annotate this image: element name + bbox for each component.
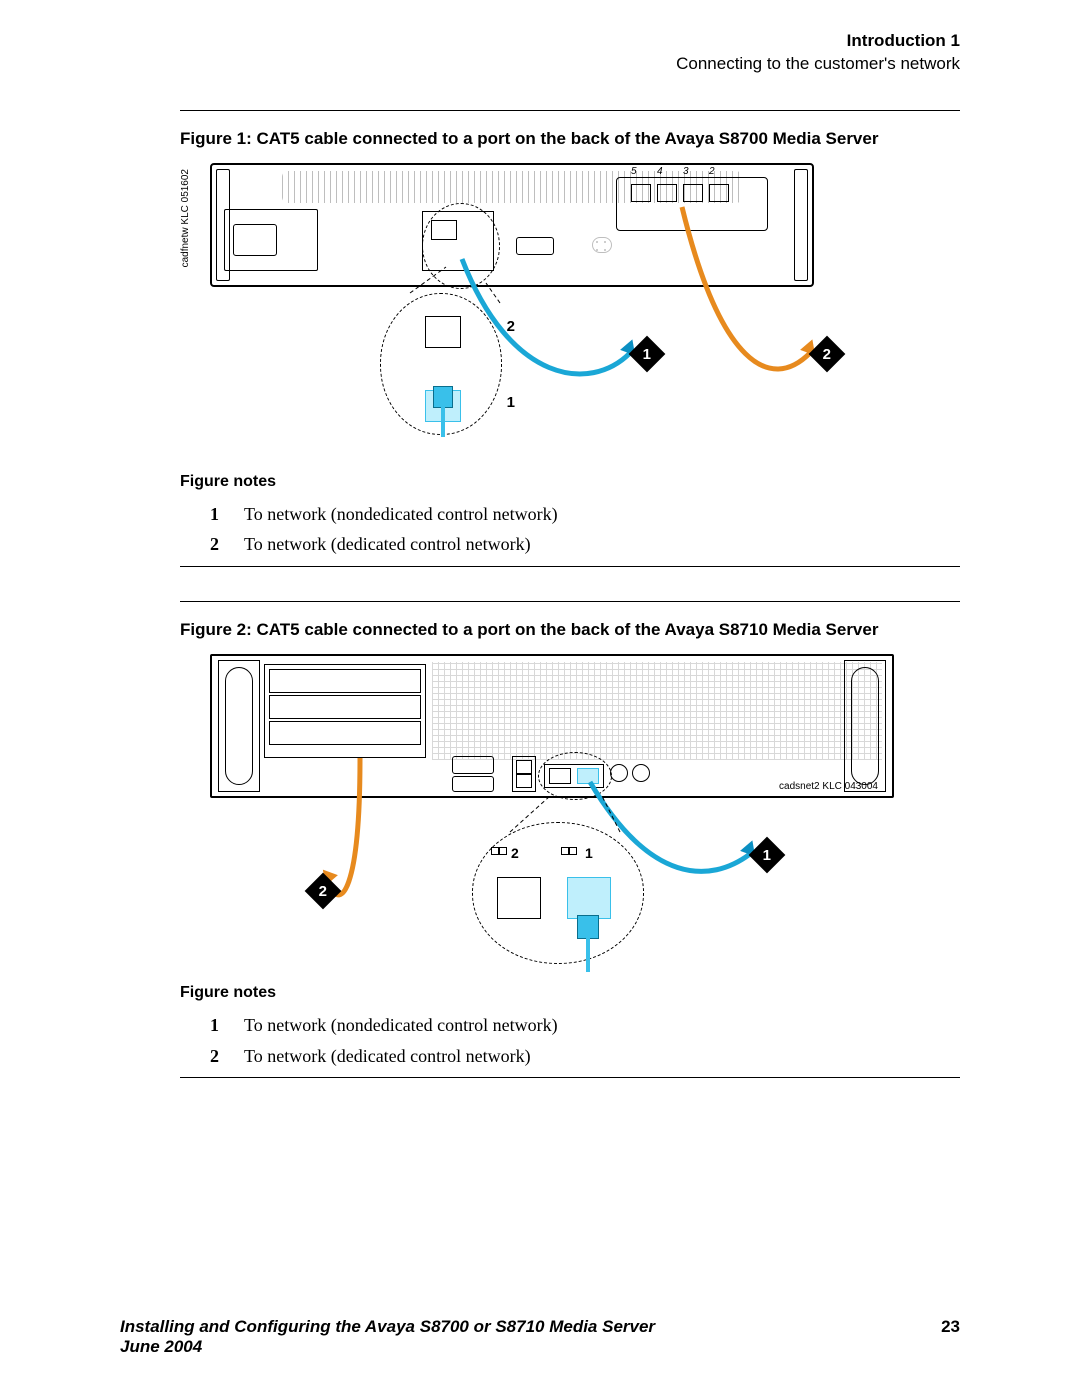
nic-glyph-icon	[561, 847, 577, 859]
figure2-notes: 1 To network (nondedicated control netwo…	[210, 1010, 960, 1071]
chapter-title: Introduction 1	[180, 30, 960, 53]
zoom-port-2-icon	[425, 316, 461, 348]
zoom-label-1: 1	[585, 845, 593, 861]
figure1-notes: 1 To network (nondedicated control netwo…	[210, 499, 960, 560]
note-text: To network (dedicated control network)	[244, 1041, 531, 1072]
note-number: 2	[210, 529, 226, 560]
page-header: Introduction 1 Connecting to the custome…	[180, 30, 960, 76]
note-text: To network (nondedicated control network…	[244, 1010, 558, 1041]
footer-date: June 2004	[120, 1337, 655, 1357]
port-label-3: 3	[683, 166, 689, 177]
figure1-notes-heading: Figure notes	[180, 473, 960, 491]
s8700-chassis-icon: 5 4 3 2	[210, 163, 814, 287]
note-number: 1	[210, 499, 226, 530]
figure1-rule-top	[180, 110, 960, 111]
figure2-caption: Figure 2: CAT5 cable connected to a port…	[180, 620, 960, 640]
nic-glyph-icon	[491, 847, 507, 859]
figure2-zoom-inset: 2 1	[472, 822, 644, 964]
zoom-port-1-icon	[567, 877, 611, 919]
figure2-rule-top	[180, 601, 960, 602]
footer-page-number: 23	[941, 1317, 960, 1357]
port-label-2: 2	[709, 166, 715, 177]
port-label-4: 4	[657, 166, 663, 177]
zoom-label-1: 1	[507, 394, 515, 411]
figure1-zoom-inset: 2 1	[380, 293, 502, 435]
port-label-5: 5	[631, 166, 637, 177]
zoom-source-ellipse-icon	[422, 203, 500, 289]
footer-left: Installing and Configuring the Avaya S87…	[120, 1317, 655, 1357]
figure2-rule-bottom	[180, 1077, 960, 1078]
card-cage-icon	[264, 664, 426, 758]
note-number: 2	[210, 1041, 226, 1072]
list-item: 1 To network (nondedicated control netwo…	[210, 499, 960, 530]
figure2-credit: cadsnet2 KLC 043004	[779, 781, 878, 792]
note-number: 1	[210, 1010, 226, 1041]
cable-plug-icon	[577, 915, 599, 939]
figure1-rule-bottom	[180, 566, 960, 567]
note-text: To network (nondedicated control network…	[244, 499, 558, 530]
section-title: Connecting to the customer's network	[180, 53, 960, 76]
figure2-notes-heading: Figure notes	[180, 984, 960, 1002]
list-item: 2 To network (dedicated control network)	[210, 1041, 960, 1072]
zoom-source-ellipse-icon	[538, 752, 612, 800]
figure1-caption: Figure 1: CAT5 cable connected to a port…	[180, 129, 960, 149]
list-item: 2 To network (dedicated control network)	[210, 529, 960, 560]
footer-doc-title: Installing and Configuring the Avaya S87…	[120, 1317, 655, 1337]
figure1-credit: cadfnetw KLC 051602	[180, 169, 191, 267]
zoom-label-2: 2	[507, 318, 515, 335]
port-cluster-icon: 5 4 3 2	[616, 177, 768, 231]
list-item: 1 To network (nondedicated control netwo…	[210, 1010, 960, 1041]
figure2-diagram: cadsnet2 KLC 043004 2 1 1 2	[210, 654, 960, 974]
page: Introduction 1 Connecting to the custome…	[0, 0, 1080, 1397]
zoom-port-2-icon	[497, 877, 541, 919]
zoom-label-2: 2	[511, 845, 519, 861]
note-text: To network (dedicated control network)	[244, 529, 531, 560]
page-footer: Installing and Configuring the Avaya S87…	[120, 1317, 960, 1357]
figure1-diagram: cadfnetw KLC 051602 5 4 3 2 2 1	[210, 163, 960, 463]
cable-plug-icon	[433, 386, 453, 408]
